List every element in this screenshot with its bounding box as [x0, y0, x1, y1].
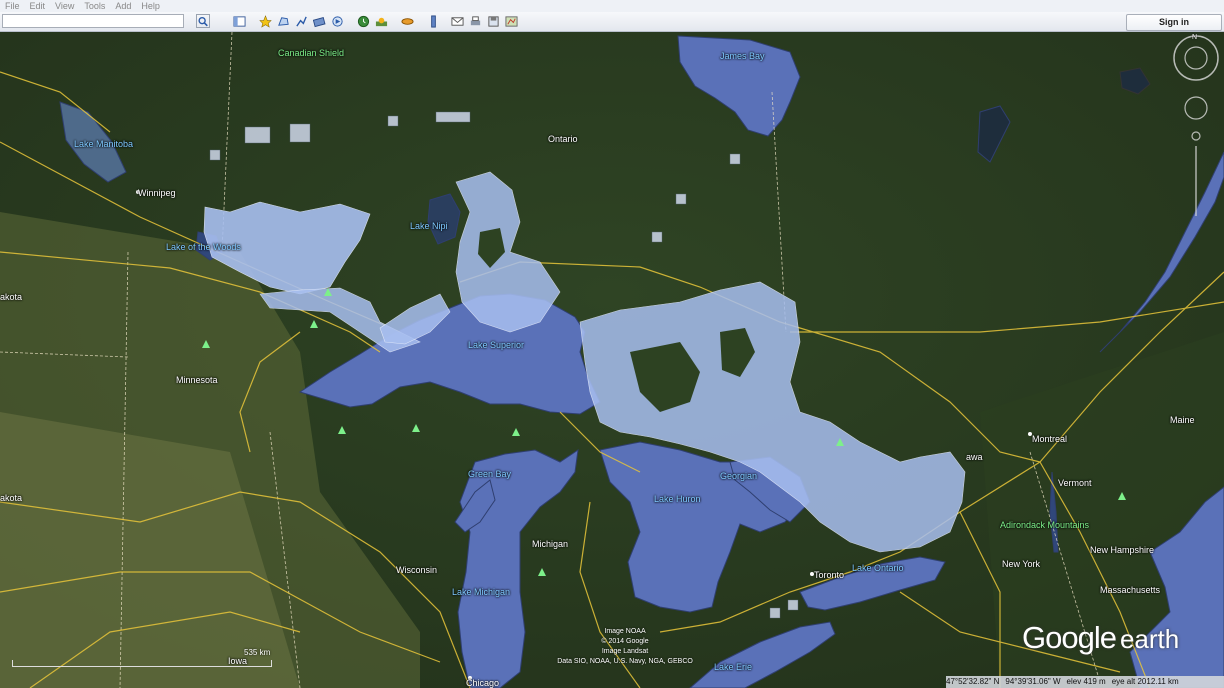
sign-in-button[interactable]: Sign in [1126, 14, 1222, 31]
search-icon[interactable] [196, 14, 210, 28]
compass-north-label: N [1192, 34, 1198, 41]
label-montreal: Montreal [1032, 434, 1068, 444]
label-new-hampshire: New Hampshire [1090, 545, 1155, 555]
label-ottawa: awa [966, 452, 983, 462]
label-dakota-south: akota [0, 493, 23, 503]
sun-icon[interactable] [374, 14, 388, 28]
attribution-line-4: Data SIO, NOAA, U.S. Navy, NGA, GEBCO [557, 658, 693, 665]
scale-bar [12, 660, 272, 667]
label-lake-superior: Lake Superior [468, 340, 525, 350]
planets-icon[interactable] [400, 14, 414, 28]
map-view[interactable] [0, 32, 1224, 688]
marker-s5[interactable] [209, 149, 221, 161]
label-lake-huron: Lake Huron [654, 494, 701, 504]
menu-tools[interactable]: Tools [79, 0, 110, 12]
label-wisconsin: Wisconsin [396, 565, 438, 575]
label-james-bay: James Bay [720, 51, 765, 61]
tour-icon[interactable] [330, 14, 344, 28]
sidebar-icon[interactable] [232, 14, 246, 28]
print-icon[interactable] [468, 14, 482, 28]
status-elevation: elev 419 m [1066, 677, 1106, 686]
save-image-icon[interactable] [486, 14, 500, 28]
marker-s2[interactable] [289, 123, 311, 143]
logo-google: Google [1022, 620, 1117, 655]
maps-icon[interactable] [504, 14, 518, 28]
status-longitude: 94°39'31.06" W [1005, 677, 1061, 686]
status-latitude: 47°52'32.82" N [946, 677, 1000, 686]
label-maine: Maine [1170, 415, 1195, 425]
polygon-icon[interactable] [276, 14, 290, 28]
label-michigan: Michigan [532, 539, 569, 549]
marker-s7[interactable] [729, 153, 741, 165]
toolbar: Sign in [0, 12, 1224, 32]
marker-s3[interactable] [435, 111, 471, 123]
ruler-icon[interactable] [426, 14, 440, 28]
google-earth-logo: Google earth [1022, 620, 1179, 656]
label-lake-nipigon: Lake Nipi [410, 221, 448, 231]
label-lake-manitoba: Lake Manitoba [74, 139, 134, 149]
label-lake-michigan: Lake Michigan [452, 587, 511, 597]
overlay-icon[interactable] [312, 14, 326, 28]
scale-label: 535 km [244, 648, 271, 657]
menu-view[interactable]: View [50, 0, 79, 12]
attribution: Image NOAA © 2014 Google Image Landsat D… [520, 627, 730, 667]
placemark-icon[interactable] [258, 14, 272, 28]
menu-edit[interactable]: Edit [25, 0, 51, 12]
attribution-line-3: Image Landsat [601, 648, 649, 655]
logo-earth: earth [1119, 624, 1180, 654]
label-vermont: Vermont [1058, 478, 1092, 488]
label-dakota-north: akota [0, 292, 23, 302]
marker-s1[interactable] [244, 126, 271, 144]
attribution-line-1: Image NOAA [604, 628, 646, 635]
label-new-york: New York [1002, 559, 1041, 569]
label-lake-ontario: Lake Ontario [852, 563, 904, 573]
label-chicago: Chicago [466, 678, 500, 688]
label-toronto: Toronto [814, 570, 845, 580]
email-icon[interactable] [450, 14, 464, 28]
menu-bar: File Edit View Tools Add Help [0, 0, 1224, 12]
search-input[interactable] [2, 14, 184, 28]
marker-s10[interactable] [787, 599, 799, 611]
marker-s4[interactable] [387, 115, 399, 127]
menu-help[interactable]: Help [136, 0, 165, 12]
label-georgian-bay: Georgian [720, 471, 758, 481]
label-winnipeg: Winnipeg [138, 188, 176, 198]
path-icon[interactable] [294, 14, 308, 28]
label-ontario: Ontario [548, 134, 578, 144]
menu-add[interactable]: Add [110, 0, 136, 12]
label-lake-of-the-woods: Lake of the Woods [166, 242, 241, 252]
menu-file[interactable]: File [0, 0, 25, 12]
label-minnesota: Minnesota [176, 375, 218, 385]
attribution-line-2: © 2014 Google [601, 638, 649, 645]
label-adirondack: Adirondack Mountains [1000, 520, 1090, 530]
marker-s8[interactable] [651, 231, 663, 243]
label-massachusetts: Massachusetts [1100, 585, 1161, 595]
marker-s6[interactable] [675, 193, 687, 205]
status-bar: 47°52'32.82" N 94°39'31.06" W elev 419 m ey… [946, 676, 1224, 688]
label-green-bay: Green Bay [468, 469, 512, 479]
status-eye-altitude: eye alt 2012.11 km [1111, 677, 1179, 686]
marker-s9[interactable] [769, 607, 781, 619]
history-icon[interactable] [356, 14, 370, 28]
label-canadian-shield: Canadian Shield [278, 48, 345, 58]
